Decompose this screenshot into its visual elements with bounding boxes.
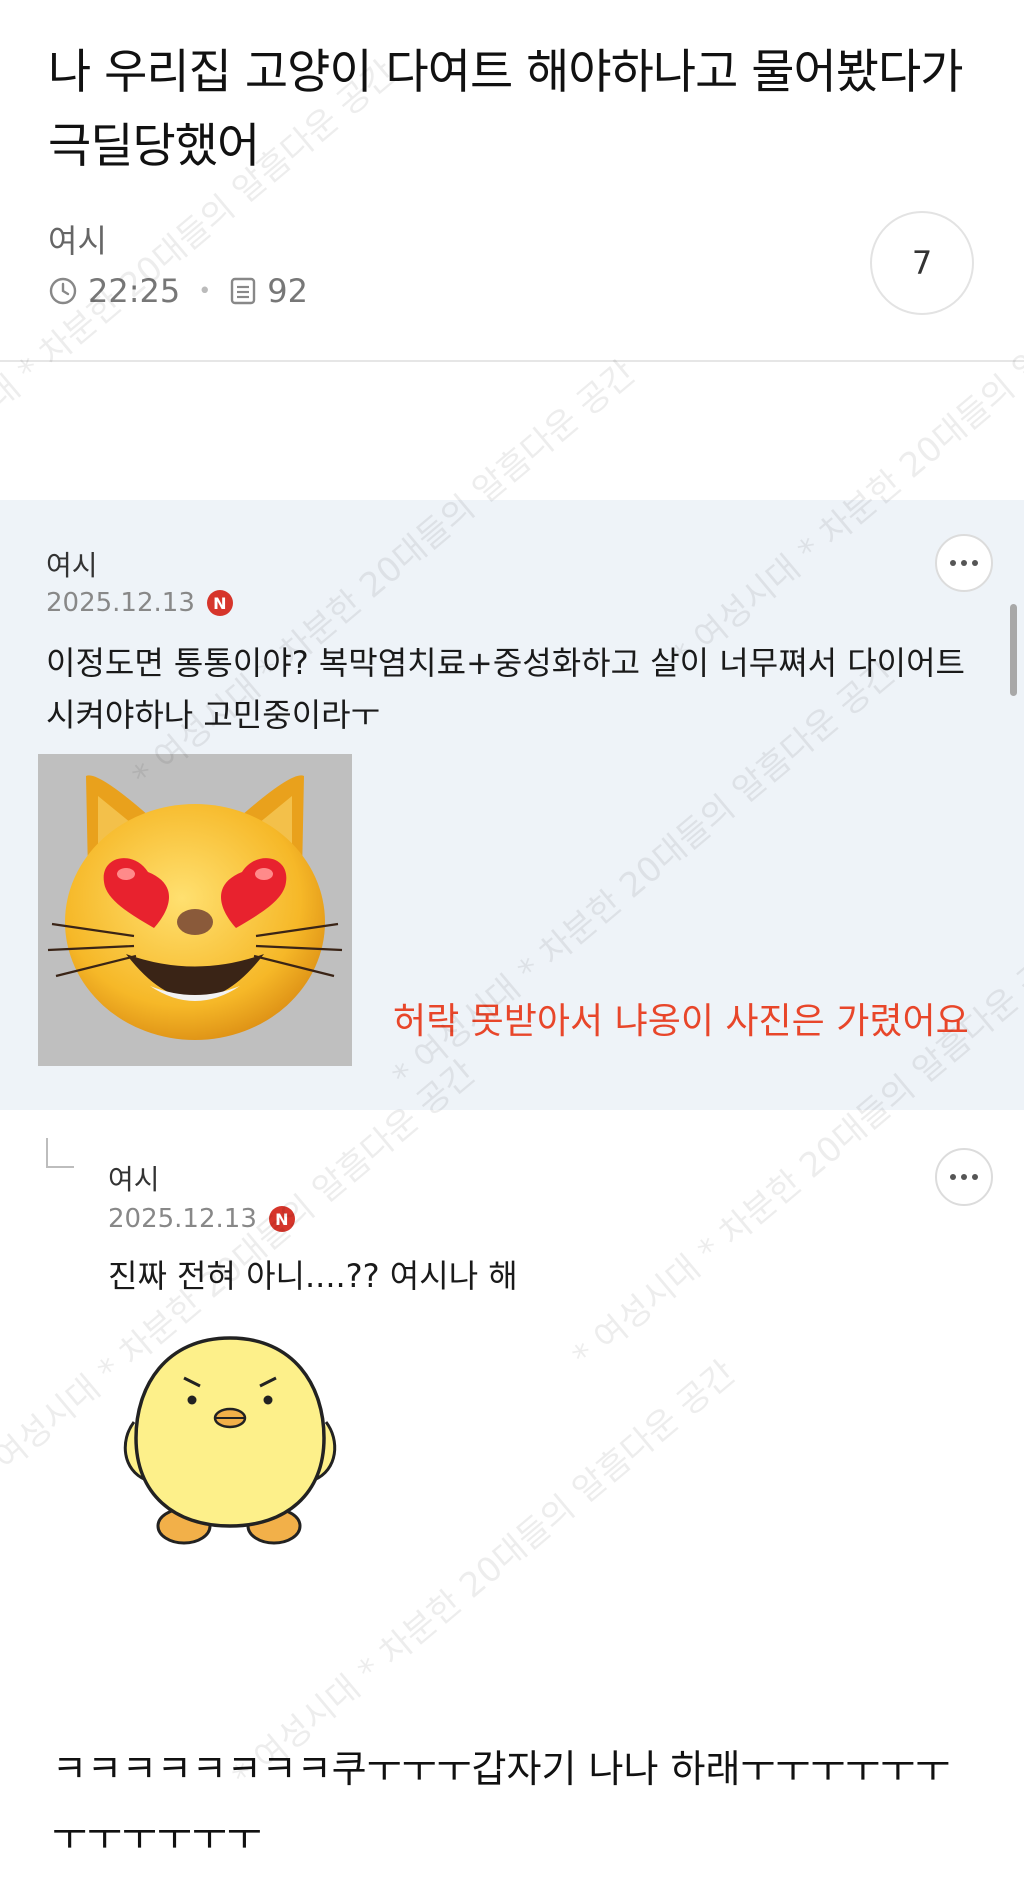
new-badge: N	[268, 1206, 295, 1232]
hidden-photo-note: 허락 못받아서 냐옹이 사진은 가렸어요	[393, 1001, 969, 1042]
dot	[950, 560, 956, 566]
comment-sticker[interactable]	[112, 1330, 348, 1550]
scrollbar[interactable]	[1010, 604, 1017, 696]
dot	[972, 560, 978, 566]
dot	[961, 1174, 967, 1180]
comment-count-button[interactable]: 7	[870, 211, 974, 315]
comment-author[interactable]: 여시	[108, 1158, 160, 1198]
reply-indicator-icon	[46, 1138, 74, 1168]
post-time: 22:25	[88, 272, 181, 310]
more-options-button[interactable]	[935, 1148, 993, 1206]
comment-text: 진짜 전혀 아니....?? 여시나 해	[108, 1257, 518, 1295]
post-title: 나 우리집 고양이 다여트 해야하나고 물어봤다가 극딜당했어	[48, 45, 964, 174]
header-divider	[0, 360, 1024, 362]
comment-date-row: 2025.12.13 N	[46, 588, 233, 618]
heart-eyes-cat-emoji-icon	[47, 775, 343, 1040]
post-body-text: ㅋㅋㅋㅋㅋㅋㅋㅋ쿠ㅜㅜㅜ갑자기 나나 하래ㅜㅜㅜㅜㅜㅜㅜㅜㅜㅜㅜㅜ	[52, 1747, 951, 1859]
comment-date: 2025.12.13	[46, 588, 195, 618]
comment-author[interactable]: 여시	[46, 544, 98, 584]
comment-image[interactable]	[38, 754, 352, 1066]
dot	[961, 560, 967, 566]
post-author[interactable]: 여시	[48, 216, 107, 262]
more-options-button[interactable]	[935, 534, 993, 592]
new-badge: N	[206, 590, 233, 616]
comment-date: 2025.12.13	[108, 1204, 257, 1234]
comment-date-row: 2025.12.13 N	[108, 1204, 295, 1234]
document-icon	[231, 277, 256, 305]
post-meta: 22:25 • 92	[48, 272, 308, 310]
comment-text: 이정도면 통통이야? 복막염치료+중성화하고 살이 너무쪄서 다이어트 시켜야하…	[46, 644, 965, 734]
post-views: 92	[267, 272, 308, 310]
dot	[950, 1174, 956, 1180]
clock-icon	[49, 277, 77, 305]
dot	[972, 1174, 978, 1180]
meta-separator: •	[198, 278, 212, 304]
angry-chick-sticker-icon	[123, 1336, 337, 1545]
